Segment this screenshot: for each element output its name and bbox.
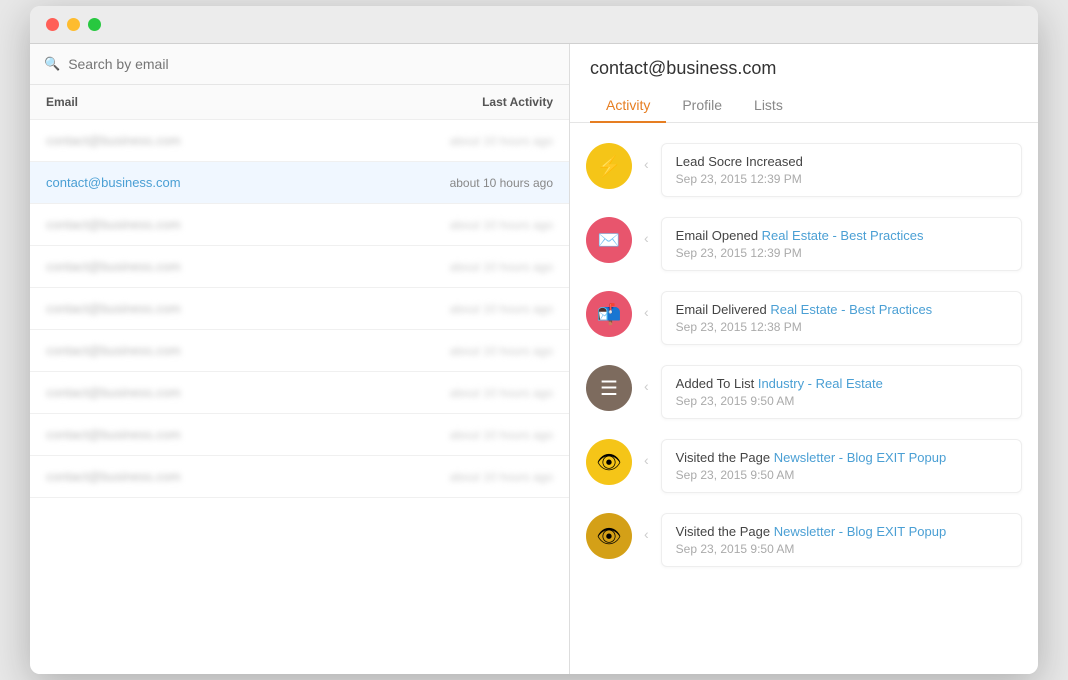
search-bar: 🔍 [30,44,569,85]
contact-title: contact@business.com [590,58,1018,79]
minimize-button[interactable] [67,18,80,31]
contact-row-active[interactable]: contact@business.com about 10 hours ago [30,162,569,204]
contact-row[interactable]: contact@business.com about 10 hours ago [30,330,569,372]
contact-time: about 10 hours ago [413,134,553,148]
visited-page-link-1[interactable]: Newsletter - Blog EXIT Popup [774,450,946,465]
contact-email: contact@business.com [46,427,413,442]
activity-item-added-list: ☰ ‹ Added To List Industry - Real Estate… [586,355,1022,429]
added-list-link[interactable]: Industry - Real Estate [758,376,883,391]
activity-content-lead-score: Lead Socre Increased Sep 23, 2015 12:39 … [661,143,1022,197]
app-body: 🔍 Email Last Activity contact@business.c… [30,44,1038,674]
chevron-icon: ‹ [644,378,649,394]
left-panel: 🔍 Email Last Activity contact@business.c… [30,44,570,674]
activity-content-added-list: Added To List Industry - Real Estate Sep… [661,365,1022,419]
chevron-icon: ‹ [644,230,649,246]
lead-score-icon: ⚡ [586,143,632,189]
contact-row[interactable]: contact@business.com about 10 hours ago [30,288,569,330]
contact-time: about 10 hours ago [413,428,553,442]
activity-content-email-opened: Email Opened Real Estate - Best Practice… [661,217,1022,271]
contact-time: about 10 hours ago [413,260,553,274]
activity-time: Sep 23, 2015 12:39 PM [676,172,1007,186]
activity-title: Visited the Page Newsletter - Blog EXIT … [676,450,1007,465]
contact-row[interactable]: contact@business.com about 10 hours ago [30,204,569,246]
activity-content-email-delivered: Email Delivered Real Estate - Best Pract… [661,291,1022,345]
contact-row[interactable]: contact@business.com about 10 hours ago [30,414,569,456]
tab-lists[interactable]: Lists [738,89,799,123]
chevron-icon: ‹ [644,452,649,468]
search-input[interactable] [68,56,555,72]
activity-title: Email Delivered Real Estate - Best Pract… [676,302,1007,317]
contact-email: contact@business.com [46,217,413,232]
contact-time: about 10 hours ago [413,344,553,358]
visited-page-icon-2: 👁 [586,513,632,559]
activity-title: Visited the Page Newsletter - Blog EXIT … [676,524,1007,539]
contact-time: about 10 hours ago [413,218,553,232]
chevron-icon: ‹ [644,304,649,320]
contact-email: contact@business.com [46,301,413,316]
contact-row[interactable]: contact@business.com about 10 hours ago [30,456,569,498]
activity-item-visited-page-1: 👁 ‹ Visited the Page Newsletter - Blog E… [586,429,1022,503]
visited-page-icon-1: 👁 [586,439,632,485]
activity-content-visited-1: Visited the Page Newsletter - Blog EXIT … [661,439,1022,493]
contacts-list: contact@business.com about 10 hours ago … [30,120,569,674]
contact-email-active: contact@business.com [46,175,413,190]
contact-time-active: about 10 hours ago [413,176,553,190]
email-opened-icon: ✉️ [586,217,632,263]
activity-time: Sep 23, 2015 9:50 AM [676,394,1007,408]
right-header: contact@business.com Activity Profile Li… [570,44,1038,123]
close-button[interactable] [46,18,59,31]
contact-email: contact@business.com [46,469,413,484]
contacts-header: Email Last Activity [30,85,569,120]
contact-time: about 10 hours ago [413,470,553,484]
column-activity-label: Last Activity [413,95,553,109]
contact-time: about 10 hours ago [413,302,553,316]
activity-item-email-opened: ✉️ ‹ Email Opened Real Estate - Best Pra… [586,207,1022,281]
activity-item-email-delivered: 📬 ‹ Email Delivered Real Estate - Best P… [586,281,1022,355]
app-window: 🔍 Email Last Activity contact@business.c… [30,6,1038,674]
activity-time: Sep 23, 2015 9:50 AM [676,542,1007,556]
titlebar [30,6,1038,44]
maximize-button[interactable] [88,18,101,31]
tabs: Activity Profile Lists [590,89,1018,122]
chevron-icon: ‹ [644,526,649,542]
activity-time: Sep 23, 2015 9:50 AM [676,468,1007,482]
column-email-label: Email [46,95,413,109]
activity-title: Email Opened Real Estate - Best Practice… [676,228,1007,243]
contact-row[interactable]: contact@business.com about 10 hours ago [30,246,569,288]
added-list-icon: ☰ [586,365,632,411]
email-delivered-icon: 📬 [586,291,632,337]
activity-list: ⚡ ‹ Lead Socre Increased Sep 23, 2015 12… [570,123,1038,674]
email-opened-link[interactable]: Real Estate - Best Practices [762,228,924,243]
activity-item-visited-page-2: 👁 ‹ Visited the Page Newsletter - Blog E… [586,503,1022,577]
contact-row[interactable]: contact@business.com about 10 hours ago [30,120,569,162]
tab-activity[interactable]: Activity [590,89,666,123]
contact-email: contact@business.com [46,343,413,358]
contact-email: contact@business.com [46,259,413,274]
search-icon: 🔍 [44,56,60,72]
tab-profile[interactable]: Profile [666,89,738,123]
activity-title: Lead Socre Increased [676,154,1007,169]
chevron-icon: ‹ [644,156,649,172]
right-panel: contact@business.com Activity Profile Li… [570,44,1038,674]
contact-row[interactable]: contact@business.com about 10 hours ago [30,372,569,414]
activity-time: Sep 23, 2015 12:38 PM [676,320,1007,334]
contact-email: contact@business.com [46,385,413,400]
contact-time: about 10 hours ago [413,386,553,400]
contact-email: contact@business.com [46,133,413,148]
activity-content-visited-2: Visited the Page Newsletter - Blog EXIT … [661,513,1022,567]
visited-page-link-2[interactable]: Newsletter - Blog EXIT Popup [774,524,946,539]
email-delivered-link[interactable]: Real Estate - Best Practices [770,302,932,317]
activity-time: Sep 23, 2015 12:39 PM [676,246,1007,260]
activity-title: Added To List Industry - Real Estate [676,376,1007,391]
activity-item-lead-score: ⚡ ‹ Lead Socre Increased Sep 23, 2015 12… [586,133,1022,207]
